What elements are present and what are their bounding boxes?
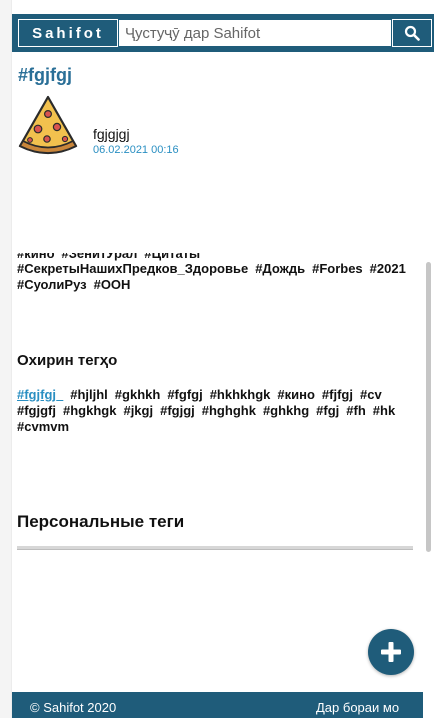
pizza-icon bbox=[18, 95, 78, 155]
tag-link[interactable]: #cv bbox=[360, 387, 382, 402]
tag-link[interactable]: #hk bbox=[373, 403, 395, 418]
tag-link[interactable]: #ghkhg bbox=[263, 403, 309, 418]
site-logo[interactable]: Sahifot bbox=[18, 19, 118, 47]
tag-link[interactable]: #Дождь bbox=[255, 261, 305, 276]
tag-link[interactable]: #fgfgj bbox=[167, 387, 202, 402]
recent-tags: #fgjfgj_ #hjljhl #gkhkh #fgfgj #hkhkhgk #кино… bbox=[17, 387, 434, 435]
top-navbar: Sahifot bbox=[12, 14, 434, 52]
tag-link[interactable]: #кино bbox=[17, 253, 55, 261]
tag-link[interactable]: #ЗенитУрал bbox=[62, 253, 138, 261]
personal-tags-divider bbox=[17, 546, 413, 550]
footer-about-link[interactable]: Дар бораи мо bbox=[316, 700, 399, 715]
post-avatar[interactable] bbox=[17, 94, 79, 156]
plus-icon bbox=[381, 642, 401, 662]
page-title: #fgjfgj bbox=[18, 65, 72, 85]
tag-link[interactable]: #hkhkhgk bbox=[210, 387, 271, 402]
tag-link[interactable]: #СуолиРуз bbox=[17, 277, 87, 292]
tag-link[interactable]: #jkgj bbox=[123, 403, 153, 418]
search-button[interactable] bbox=[392, 19, 432, 47]
tag-link[interactable]: #fgjgfj bbox=[17, 403, 56, 418]
left-edge-strip bbox=[0, 0, 12, 718]
post-author-name[interactable]: fgjgjgj bbox=[93, 126, 130, 142]
tag-link[interactable]: #2021 bbox=[370, 261, 406, 276]
tag-link[interactable]: #hjljhl bbox=[70, 387, 108, 402]
magnifier-icon bbox=[404, 25, 420, 41]
footer: © Sahifot 2020 Дар бораи мо bbox=[12, 692, 423, 718]
tag-link[interactable]: #fgj bbox=[316, 403, 339, 418]
tag-link[interactable]: #fgjgj bbox=[160, 403, 195, 418]
recent-tags-title: Охирин тегҳо bbox=[17, 352, 118, 369]
post-date: 06.02.2021 00:16 bbox=[93, 144, 179, 156]
tag-link[interactable]: #fjfgj bbox=[322, 387, 353, 402]
tag-link[interactable]: #Цитаты bbox=[144, 253, 200, 261]
scrollbar-thumb[interactable] bbox=[426, 262, 431, 552]
tag-link-active[interactable]: #fgjfgj_ bbox=[17, 387, 63, 402]
tag-link[interactable]: #СекретыНашихПредков_Здоровье bbox=[17, 261, 248, 276]
personal-tags-title: Персональные теги bbox=[17, 512, 185, 531]
tag-link[interactable]: #gkhkh bbox=[115, 387, 161, 402]
search-input[interactable] bbox=[118, 19, 392, 47]
popular-tags: #кино #ЗенитУрал #Цитаты #СекретыНашихПред… bbox=[17, 253, 434, 301]
tag-link[interactable]: #fh bbox=[346, 403, 366, 418]
tag-link[interactable]: #кино bbox=[277, 387, 315, 402]
popular-tags-clipped-row: #кино #ЗенитУрал #Цитаты bbox=[17, 253, 434, 261]
tag-link[interactable]: #ООН bbox=[94, 277, 131, 292]
add-post-button[interactable] bbox=[368, 629, 414, 675]
tag-link[interactable]: #Forbes bbox=[312, 261, 363, 276]
tag-link[interactable]: #hghghk bbox=[202, 403, 256, 418]
footer-copyright: © Sahifot 2020 bbox=[30, 700, 117, 715]
tag-link[interactable]: #cvmvm bbox=[17, 419, 69, 434]
tag-link[interactable]: #hgkhgk bbox=[63, 403, 116, 418]
